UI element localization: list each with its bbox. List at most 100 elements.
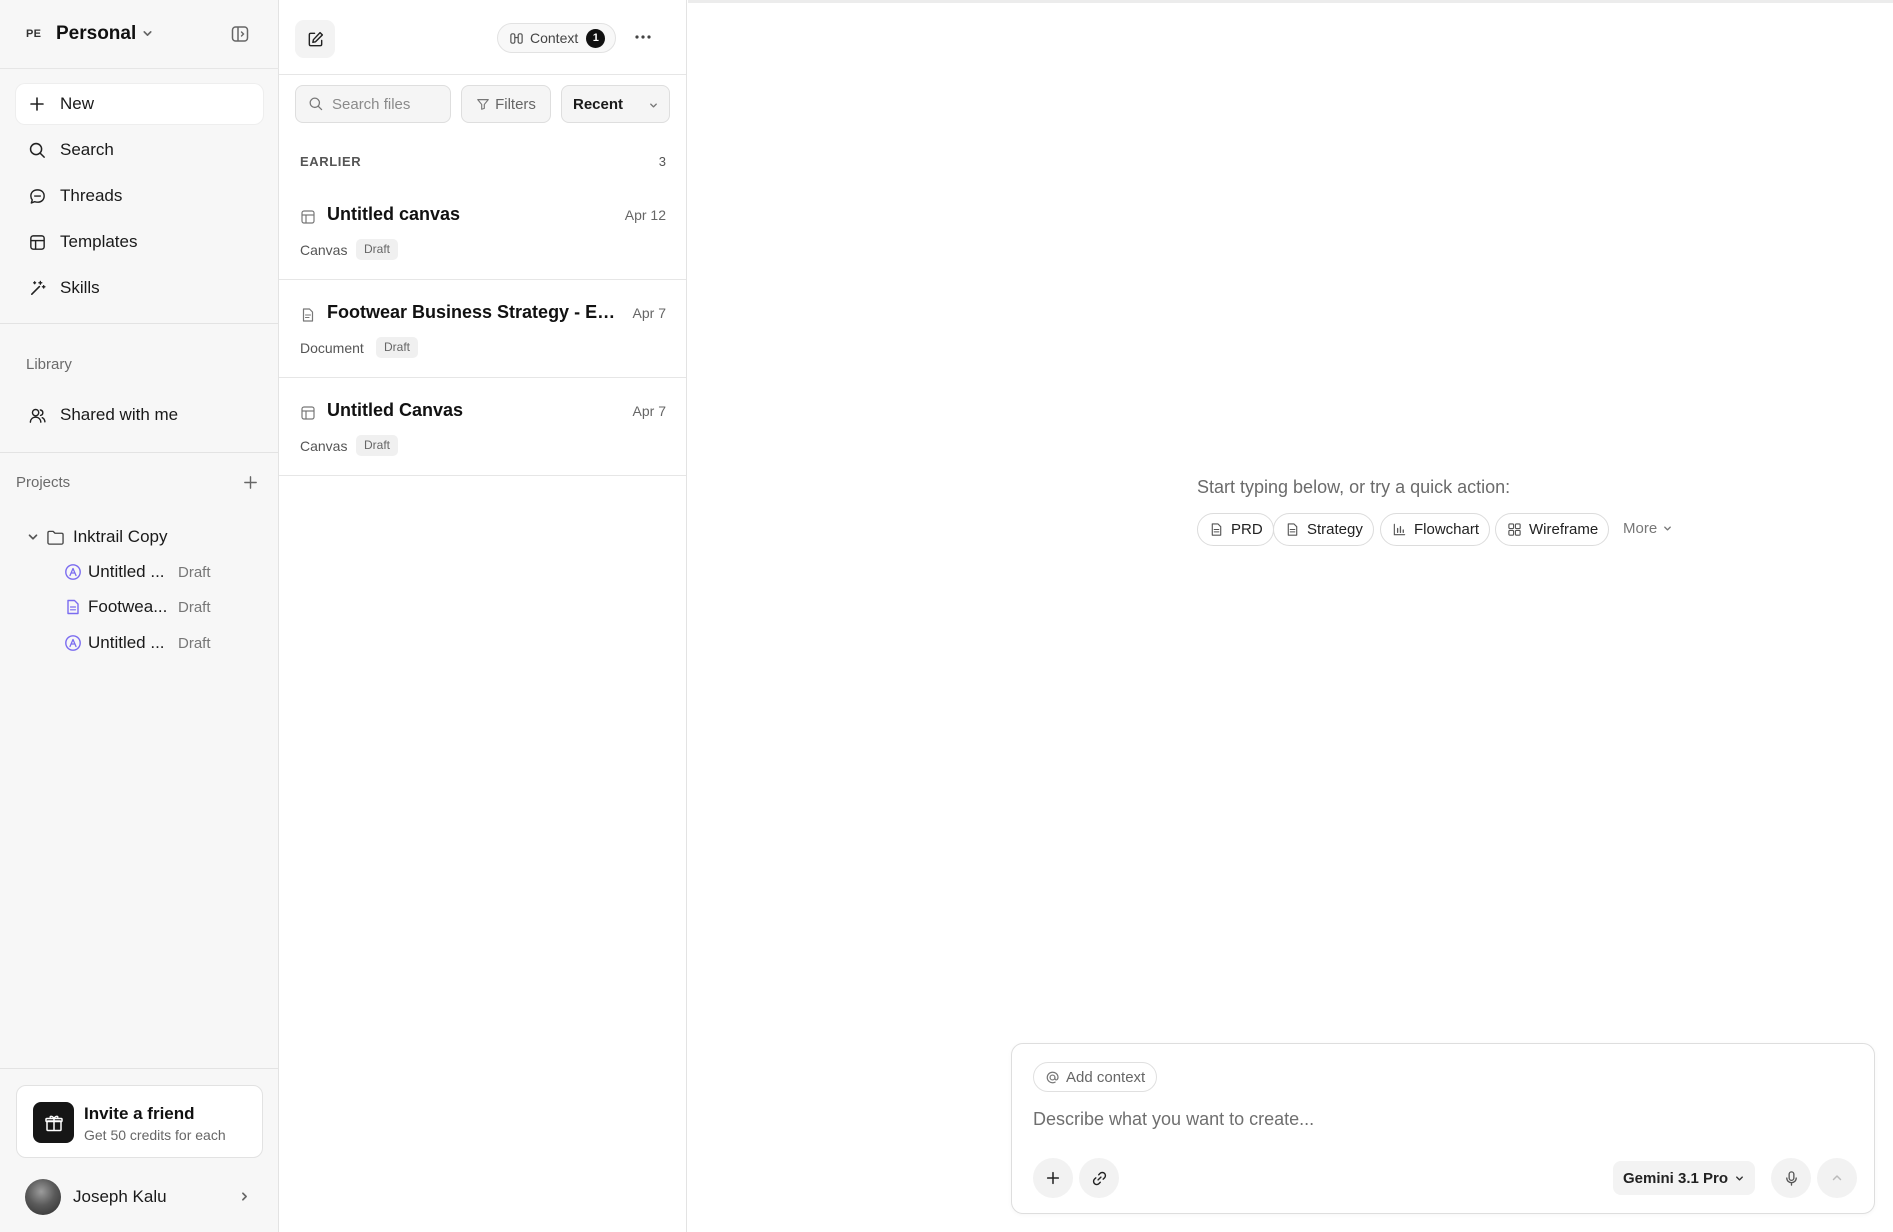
invite-friend-card[interactable]: Invite a friend Get 50 credits for each: [16, 1085, 263, 1158]
nav-label: New: [60, 94, 95, 113]
context-label: Context: [530, 30, 579, 46]
sort-select[interactable]: Recent: [561, 85, 670, 123]
template-icon: [27, 232, 47, 252]
chevron-right-icon[interactable]: [238, 1190, 251, 1203]
composer: Add context Gemini 3.1 Pro: [1011, 1043, 1875, 1214]
file-row[interactable]: Untitled Canvas Apr 7 Canvas Draft: [279, 378, 686, 476]
quick-action-label: Strategy: [1307, 521, 1363, 538]
microphone-icon: [1783, 1170, 1800, 1187]
quick-action-wireframe[interactable]: Wireframe: [1495, 513, 1610, 546]
file-date: Apr 12: [624, 207, 666, 223]
nav-new[interactable]: New: [16, 84, 263, 124]
sort-label: Recent: [573, 95, 624, 113]
canvas-icon: [300, 209, 316, 225]
project-folder[interactable]: Inktrail Copy: [26, 524, 167, 550]
quick-action-prd[interactable]: PRD: [1197, 513, 1274, 546]
file-kind: Document: [300, 340, 364, 356]
search-files-field[interactable]: [295, 85, 451, 123]
compose-icon: [306, 30, 325, 49]
voice-input-button[interactable]: [1771, 1158, 1811, 1198]
filters-label: Filters: [495, 95, 536, 113]
add-context-label: Add context: [1066, 1068, 1146, 1086]
binoculars-icon: [509, 31, 524, 46]
project-item-label: Untitled ...: [88, 562, 165, 581]
nav-search[interactable]: Search: [16, 130, 263, 170]
nav-label: Skills: [60, 278, 100, 297]
grid-icon: [1507, 522, 1522, 537]
file-title: Untitled Canvas: [327, 400, 464, 420]
nav-templates[interactable]: Templates: [16, 222, 263, 262]
file-panel: Context 1 Filters Recent EARLIER 3 Untit…: [279, 0, 687, 1232]
chevron-down-icon[interactable]: [26, 530, 40, 544]
nav-label: Shared with me: [60, 405, 179, 424]
chevron-down-icon[interactable]: [141, 27, 154, 40]
nav-threads[interactable]: Threads: [16, 176, 263, 216]
quick-action-strategy[interactable]: Strategy: [1273, 513, 1374, 546]
project-item-status: Draft: [178, 598, 211, 616]
file-kind: Canvas: [300, 438, 348, 454]
search-icon: [27, 140, 47, 160]
document-icon: [1285, 522, 1300, 537]
prompt-input[interactable]: [1033, 1109, 1853, 1139]
nav-label: Search: [60, 140, 114, 159]
filters-button[interactable]: Filters: [461, 85, 551, 123]
file-kind: Canvas: [300, 242, 348, 258]
canvas-icon: [300, 405, 316, 421]
project-item[interactable]: Footwea... Draft: [64, 594, 264, 620]
magic-wand-icon: [27, 278, 47, 298]
send-button[interactable]: [1817, 1158, 1857, 1198]
quick-action-flowchart[interactable]: Flowchart: [1380, 513, 1491, 546]
avatar: [25, 1179, 61, 1215]
file-row[interactable]: Untitled canvas Apr 12 Canvas Draft: [279, 182, 686, 280]
document-icon: [300, 307, 316, 323]
search-files-input[interactable]: [332, 95, 442, 113]
divider: [688, 0, 1893, 3]
project-item[interactable]: Untitled ... Draft: [64, 630, 264, 656]
new-file-button[interactable]: [295, 20, 335, 58]
file-title: Footwear Business Strategy - Est...: [327, 302, 617, 322]
canvas-icon: [64, 563, 82, 581]
nav-shared-with-me[interactable]: Shared with me: [16, 395, 263, 435]
project-item-label: Untitled ...: [88, 633, 165, 652]
nav-skills[interactable]: Skills: [16, 268, 263, 308]
plus-icon: [27, 94, 47, 114]
attach-button[interactable]: [1033, 1158, 1073, 1198]
chevron-down-icon: [1734, 1173, 1745, 1184]
project-item-status: Draft: [178, 563, 211, 581]
arrow-up-icon: [1830, 1171, 1844, 1185]
folder-icon: [46, 529, 65, 546]
sidebar: PE Personal New Search Threads Templates: [0, 0, 279, 1232]
divider: [0, 1068, 279, 1069]
workspace-switcher[interactable]: Personal: [56, 23, 136, 45]
plus-icon: [1045, 1170, 1061, 1186]
project-item-label: Footwea...: [88, 597, 168, 616]
filter-icon: [476, 97, 490, 111]
link-button[interactable]: [1079, 1158, 1119, 1198]
project-name: Inktrail Copy: [73, 527, 168, 546]
file-date: Apr 7: [632, 403, 666, 419]
context-button[interactable]: Context 1: [497, 23, 617, 53]
user-profile[interactable]: Joseph Kalu: [25, 1178, 255, 1216]
file-row[interactable]: Footwear Business Strategy - Est... Apr …: [279, 280, 686, 378]
add-context-button[interactable]: Add context: [1033, 1062, 1158, 1092]
context-count-badge: 1: [586, 28, 606, 48]
more-options-icon[interactable]: [632, 26, 654, 48]
quick-action-label: PRD: [1231, 521, 1263, 538]
project-item[interactable]: Untitled ... Draft: [64, 559, 264, 585]
chevron-down-icon: [1662, 523, 1673, 534]
bar-chart-icon: [1392, 522, 1407, 537]
sidebar-toggle-icon[interactable]: [230, 24, 250, 44]
nav-label: Templates: [60, 232, 138, 251]
quick-action-label: Wireframe: [1529, 521, 1599, 538]
user-name: Joseph Kalu: [73, 1187, 167, 1206]
add-project-button[interactable]: [242, 474, 259, 491]
at-sign-icon: [1045, 1070, 1060, 1085]
file-title: Untitled canvas: [327, 204, 461, 224]
search-icon: [308, 96, 324, 112]
quick-action-label: Flowchart: [1414, 521, 1480, 538]
status-badge: Draft: [356, 239, 399, 260]
users-icon: [27, 405, 47, 425]
more-quick-actions[interactable]: More: [1623, 520, 1673, 537]
model-selector[interactable]: Gemini 3.1 Pro: [1613, 1161, 1756, 1195]
main-area: Start typing below, or try a quick actio…: [688, 0, 1893, 1232]
